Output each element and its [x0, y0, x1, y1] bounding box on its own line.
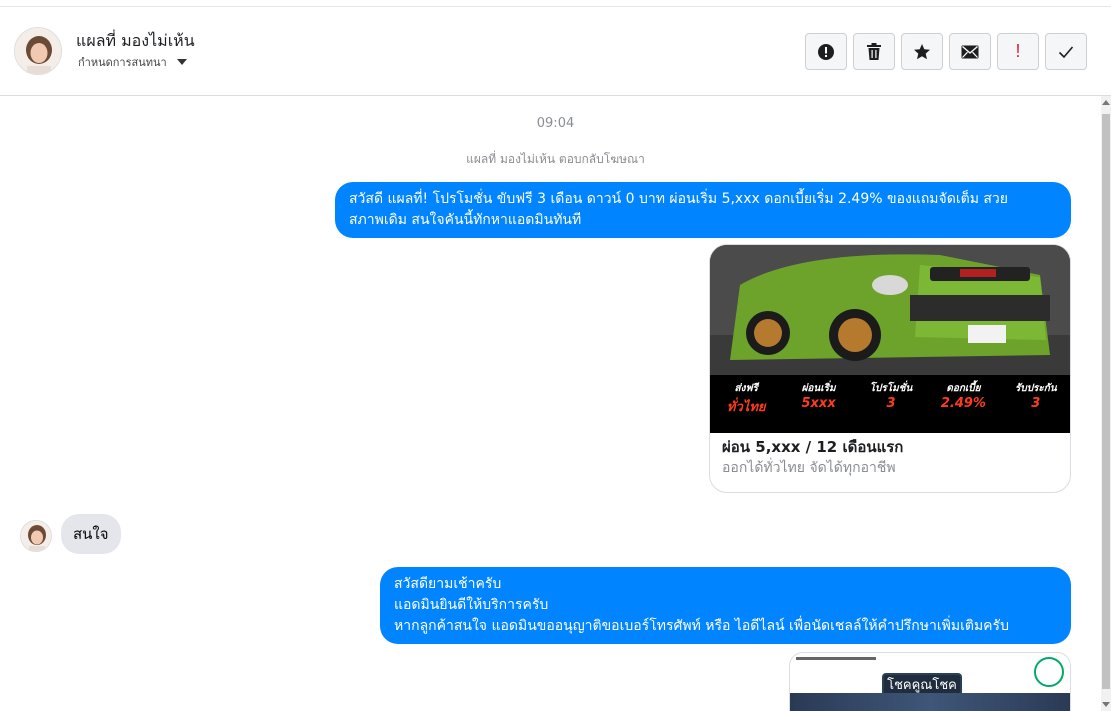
- promo-item: โปรโมชั่น 3: [855, 375, 927, 433]
- message-line: สวัสดี แผลที่! โปรโมชั่น ขับฟรี 3 เดือน …: [349, 191, 1008, 207]
- ad-reply-note: แผลที่ มองไม่เห้น ตอบกลับโฆษณา: [466, 152, 645, 166]
- important-button[interactable]: !: [997, 33, 1039, 70]
- conversation-header: แผลที่ มองไม่เห้น กำหนดการสนทนา !: [0, 6, 1111, 96]
- mark-unread-button[interactable]: [949, 33, 991, 70]
- trash-icon: [867, 42, 881, 60]
- promo-value: 5xxx: [801, 396, 836, 411]
- promo-label: ดอกเบี้ย: [946, 383, 981, 394]
- mark-spam-button[interactable]: [805, 33, 847, 70]
- brand-logo-icon: [1034, 657, 1064, 687]
- delete-button[interactable]: [853, 33, 895, 70]
- contact-name: แผลที่ มองไม่เห้น: [76, 31, 195, 50]
- star-button[interactable]: [901, 33, 943, 70]
- promo-value: 3: [1031, 396, 1041, 411]
- promo-item: รับประกัน 3: [1000, 375, 1070, 433]
- check-icon: [1058, 45, 1074, 58]
- message-line: แอดมินยินดีให้บริการครับ: [394, 597, 549, 613]
- outgoing-message[interactable]: สวัสดียามเช้าครับ แอดมินยินดีให้บริการคร…: [380, 567, 1071, 644]
- ad-card-title: ผ่อน 5,xxx / 12 เดือนแรก: [722, 438, 904, 456]
- image-attachment[interactable]: โชคคูณโชค: [789, 652, 1071, 711]
- caret-down-icon: [176, 59, 187, 65]
- scroll-down-icon[interactable]: [1102, 702, 1110, 707]
- promo-label: โปรโมชั่น: [869, 383, 913, 394]
- exclamation-icon: !: [1015, 41, 1021, 61]
- promo-value: ทั่วไทย: [726, 400, 766, 415]
- outgoing-message[interactable]: สวัสดี แผลที่! โปรโมชั่น ขับฟรี 3 เดือน …: [335, 182, 1071, 238]
- sender-avatar: [20, 520, 52, 552]
- promo-item: ส่งฟรี ทั่วไทย: [710, 375, 782, 433]
- promo-strip: ส่งฟรี ทั่วไทย ผ่อนเริ่ม 5xxx โปรโมชั่น …: [710, 375, 1070, 433]
- attachment-header-text: [796, 657, 876, 660]
- message-line: สภาพเดิม สนใจคันนี้ทักหาแอดมินทันที: [349, 212, 582, 228]
- incoming-message[interactable]: สนใจ: [61, 514, 121, 554]
- alert-circle-icon: [818, 43, 834, 60]
- message-line: สวัสดียามเช้าครับ: [394, 576, 502, 592]
- promo-item: ผ่อนเริ่ม 5xxx: [782, 375, 854, 433]
- scrollbar-thumb[interactable]: [1102, 114, 1110, 689]
- chat-scrollbar[interactable]: [1101, 96, 1111, 711]
- promo-label: ผ่อนเริ่ม: [801, 383, 836, 394]
- message-list[interactable]: 09:04 แผลที่ มองไม่เห้น ตอบกลับโฆษณา สวั…: [0, 96, 1101, 711]
- conversation-actions: !: [805, 33, 1087, 70]
- message-line: หากลูกค้าสนใจ แอดมินขออนุญาติขอเบอร์โทรศ…: [394, 618, 1009, 634]
- contact-avatar[interactable]: [14, 27, 62, 75]
- promo-value: 3: [886, 396, 896, 411]
- promo-label: ส่งฟรี: [734, 383, 758, 394]
- scroll-up-icon[interactable]: [1102, 100, 1110, 105]
- mark-done-button[interactable]: [1045, 33, 1087, 70]
- mail-icon: [961, 45, 979, 58]
- message-timestamp: 09:04: [536, 116, 575, 131]
- promo-item: ดอกเบี้ย 2.49%: [927, 375, 999, 433]
- ad-card-subtitle: ออกได้ทั่วไทย จัดได้ทุกอาชีพ: [722, 460, 896, 476]
- star-icon: [914, 43, 930, 59]
- promo-label: รับประกัน: [1014, 383, 1057, 394]
- attachment-crowd-image: [790, 693, 1070, 711]
- car-ad-image: ส่งฟรี ทั่วไทย ผ่อนเริ่ม 5xxx โปรโมชั่น …: [710, 245, 1070, 433]
- assign-conversation-dropdown[interactable]: กำหนดการสนทนา: [78, 53, 187, 71]
- assign-conversation-label: กำหนดการสนทนา: [78, 56, 167, 69]
- promo-value: 2.49%: [940, 396, 986, 411]
- ad-card[interactable]: ส่งฟรี ทั่วไทย ผ่อนเริ่ม 5xxx โปรโมชั่น …: [709, 244, 1071, 493]
